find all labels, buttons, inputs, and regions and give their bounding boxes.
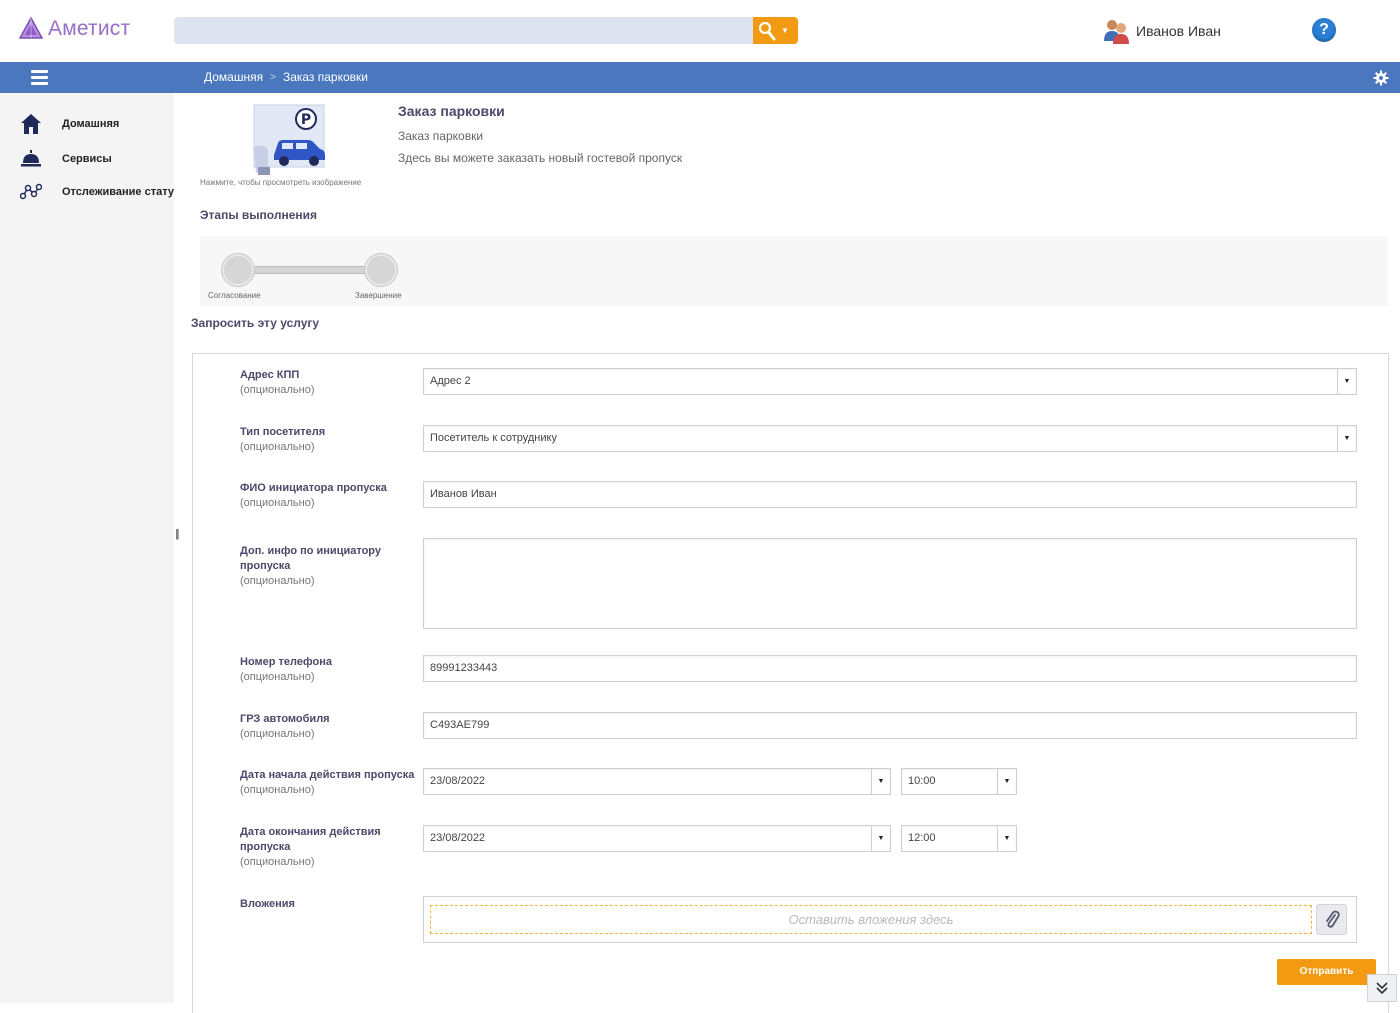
- breadcrumb-separator: >: [270, 71, 276, 83]
- car-plate-field[interactable]: С493АЕ799: [423, 712, 1357, 739]
- sidebar-item-label: Домашняя: [62, 118, 120, 130]
- help-button[interactable]: ?: [1312, 18, 1336, 42]
- phone-field[interactable]: 89991233443: [423, 655, 1357, 682]
- attachments-label: Вложения: [240, 898, 295, 910]
- svg-text:P: P: [301, 112, 311, 128]
- chevron-down-icon[interactable]: ▼: [997, 826, 1016, 851]
- service-subtitle: Заказ парковки: [398, 129, 484, 143]
- address-select[interactable]: Адрес 2 ▼: [423, 368, 1357, 395]
- menu-toggle-icon[interactable]: [31, 70, 48, 88]
- request-section-title: Запросить эту услугу: [191, 316, 320, 330]
- double-chevron-down-icon: [1376, 982, 1388, 995]
- user-name: Иванов Иван: [1136, 23, 1221, 39]
- logo-text: Аметист: [48, 17, 131, 40]
- sidebar: Домашняя Сервисы Отслеживание статуса: [0, 93, 174, 1003]
- service-description: Здесь вы можете заказать новый гостевой …: [398, 151, 683, 165]
- chevron-down-icon[interactable]: ▼: [871, 826, 890, 851]
- chevron-down-icon[interactable]: ▼: [1337, 369, 1356, 394]
- attachments-dropzone[interactable]: Оставить вложения здесь: [430, 905, 1312, 934]
- sidebar-item-label: Отслеживание статуса: [62, 186, 174, 198]
- stage-dot-approval: [222, 254, 254, 286]
- stage-label: Согласование: [208, 291, 261, 300]
- nav-bar: Домашняя > Заказ парковки: [0, 62, 1400, 93]
- phone-label: Номер телефона (опционально): [240, 656, 332, 683]
- search-options-caret-icon: ▼: [781, 26, 789, 35]
- start-date-field[interactable]: 23/08/2022 ▼: [423, 768, 891, 795]
- chevron-down-icon[interactable]: ▼: [997, 769, 1016, 794]
- image-caption: Нажмите, чтобы просмотреть изображение: [200, 178, 362, 187]
- chevron-down-icon[interactable]: ▼: [871, 769, 890, 794]
- search-input[interactable]: [174, 17, 754, 44]
- initiator-name-field[interactable]: Иванов Иван: [423, 481, 1357, 508]
- start-date-label: Дата начала действия пропуска (опциональ…: [240, 769, 415, 796]
- sidebar-resize-handle[interactable]: |||: [175, 528, 179, 540]
- address-label: Адрес КПП (опционально): [240, 369, 315, 396]
- users-avatar-icon: [1104, 20, 1129, 44]
- page-title: Заказ парковки: [398, 103, 505, 119]
- service-bell-icon: [21, 150, 41, 167]
- attachments-area: Оставить вложения здесь: [423, 896, 1357, 943]
- attach-file-button[interactable]: [1316, 904, 1347, 935]
- extra-info-label: Доп. инфо по инициатору пропуска (опцион…: [240, 545, 381, 587]
- breadcrumb-current: Заказ парковки: [282, 70, 368, 84]
- scroll-down-button[interactable]: [1367, 974, 1397, 1002]
- top-bar: Аметист ▼ Иванов Иван ?: [0, 0, 1400, 62]
- chevron-down-icon[interactable]: ▼: [1337, 426, 1356, 451]
- sidebar-item-tracking[interactable]: Отслеживание статуса: [20, 183, 174, 201]
- user-menu[interactable]: Иванов Иван: [1102, 17, 1221, 45]
- submit-button[interactable]: Отправить: [1277, 959, 1376, 985]
- stage-dot-completion: [365, 254, 397, 286]
- extra-info-textarea[interactable]: [423, 538, 1357, 629]
- breadcrumb-home[interactable]: Домашняя: [204, 70, 263, 84]
- stage-connector: [238, 266, 383, 274]
- visitor-type-label: Тип посетителя (опционально): [240, 426, 326, 453]
- tracking-icon: [20, 183, 42, 200]
- visitor-type-select[interactable]: Посетитель к сотруднику ▼: [423, 425, 1357, 452]
- stages-progress: Согласование Завершение: [200, 236, 1388, 306]
- parking-service-image[interactable]: P: [248, 103, 330, 177]
- stages-title: Этапы выполнения: [200, 208, 317, 222]
- stage-label: Завершение: [355, 291, 402, 300]
- initiator-label: ФИО инициатора пропуска (опционально): [240, 482, 387, 509]
- app-logo[interactable]: Аметист: [18, 16, 130, 42]
- home-icon: [21, 114, 41, 134]
- sidebar-item-label: Сервисы: [62, 153, 112, 165]
- paperclip-icon: [1325, 910, 1340, 928]
- search-icon: [758, 21, 776, 40]
- gear-icon[interactable]: [1373, 70, 1389, 86]
- end-date-field[interactable]: 23/08/2022 ▼: [423, 825, 891, 852]
- car-plate-label: ГРЗ автомобиля (опционально): [240, 713, 330, 740]
- sidebar-item-home[interactable]: Домашняя: [20, 113, 119, 135]
- amethyst-logo-icon: [18, 16, 44, 39]
- end-time-select[interactable]: 12:00 ▼: [901, 825, 1017, 852]
- breadcrumb: Домашняя > Заказ парковки: [204, 70, 368, 84]
- start-time-select[interactable]: 10:00 ▼: [901, 768, 1017, 795]
- sidebar-item-services[interactable]: Сервисы: [20, 149, 112, 169]
- end-date-label: Дата окончания действия пропуска (опцион…: [240, 826, 381, 868]
- search-button[interactable]: ▼: [753, 17, 798, 44]
